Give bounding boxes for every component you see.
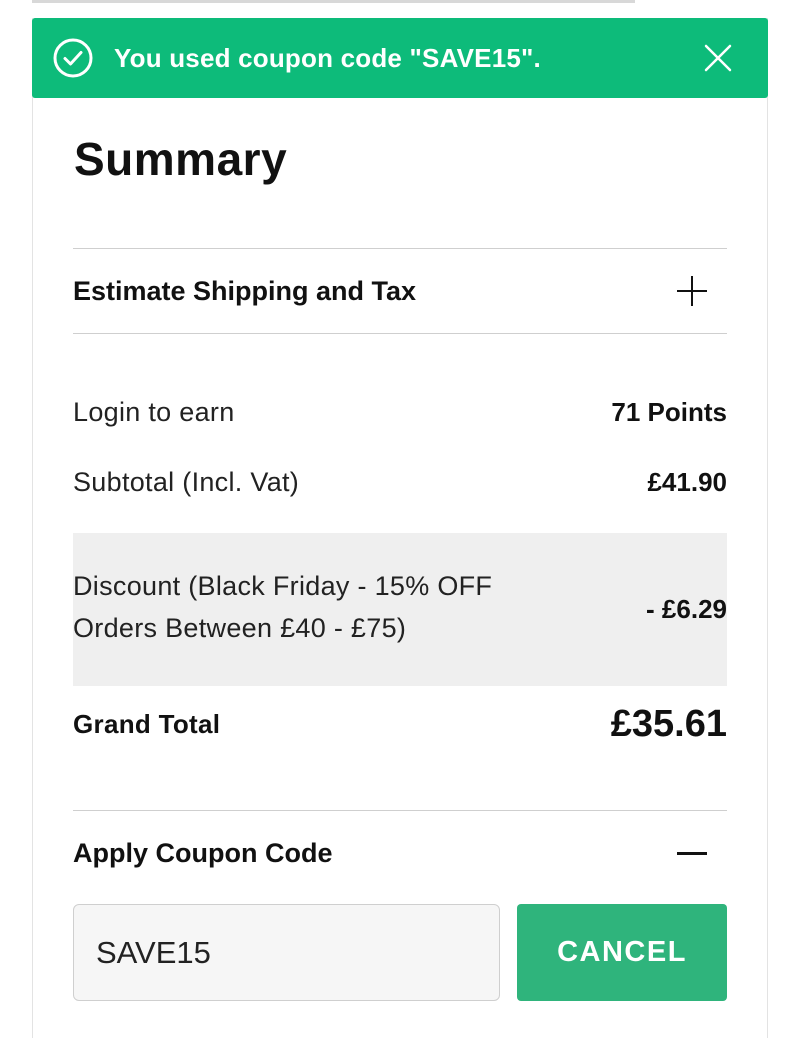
coupon-code-input[interactable]: [73, 904, 500, 1001]
top-divider: [32, 0, 635, 3]
banner-message: You used coupon code "SAVE15".: [114, 42, 541, 73]
close-icon[interactable]: [704, 44, 732, 72]
apply-coupon-toggle[interactable]: Apply Coupon Code: [73, 811, 727, 895]
grand-total-label: Grand Total: [73, 708, 221, 739]
discount-label: Discount (Black Friday - 15% OFF Orders …: [73, 570, 493, 643]
discount-value: - £6.29: [646, 594, 727, 624]
subtotal-value: £41.90: [647, 466, 727, 497]
subtotal-label: Subtotal (Incl. Vat): [73, 466, 300, 497]
apply-coupon-label: Apply Coupon Code: [73, 837, 333, 868]
grand-total-row: Grand Total £35.61: [73, 700, 727, 748]
minus-icon[interactable]: [677, 838, 707, 868]
points-label: Login to earn: [73, 396, 235, 427]
points-row: Login to earn 71 Points: [73, 390, 727, 434]
check-circle-icon: [52, 37, 94, 79]
discount-row: Discount (Black Friday - 15% OFF Orders …: [73, 533, 727, 686]
cancel-coupon-button[interactable]: CANCEL: [517, 904, 727, 1001]
estimate-shipping-toggle[interactable]: Estimate Shipping and Tax: [73, 249, 727, 333]
plus-icon[interactable]: [677, 276, 707, 306]
subtotal-row: Subtotal (Incl. Vat) £41.90: [73, 460, 727, 504]
points-value: 71 Points: [611, 396, 727, 427]
grand-total-value: £35.61: [610, 702, 727, 745]
page-title: Summary: [74, 133, 288, 185]
divider: [73, 333, 727, 334]
coupon-success-banner: You used coupon code "SAVE15".: [32, 18, 768, 98]
estimate-shipping-label: Estimate Shipping and Tax: [73, 275, 417, 306]
